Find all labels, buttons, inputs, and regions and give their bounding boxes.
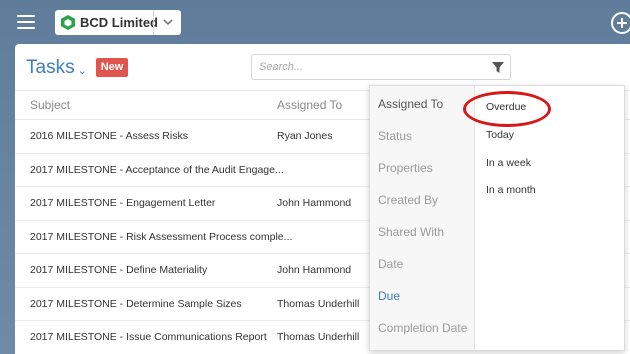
task-assignee: John Hammond [277,197,352,209]
new-task-button[interactable]: New [96,58,128,77]
top-bar: BCD Limited [0,0,630,44]
company-hex-icon [61,15,75,30]
task-assignee: Thomas Underhill [277,297,360,310]
task-subject: 2016 MILESTONE - Assess Risks [30,130,188,142]
filter-category-shared-with[interactable]: Shared With [378,225,444,239]
task-assignee: John Hammond [277,264,352,276]
search-box [251,54,511,80]
task-subject: 2017 MILESTONE - Define Materiality [30,264,208,276]
search-input[interactable] [259,58,469,76]
add-circle-icon[interactable] [611,12,630,34]
filter-dropdown: Assigned To Status Properties Created By… [369,85,625,351]
company-selector[interactable]: BCD Limited [55,10,181,35]
filter-category-properties[interactable]: Properties [378,161,433,175]
filter-category-due[interactable]: Due [378,289,400,303]
filter-icon[interactable] [492,62,504,74]
filter-option-in-a-month[interactable]: In a month [486,184,536,196]
task-subject: 2017 MILESTONE - Issue Communications Re… [30,331,267,343]
menu-icon[interactable] [17,15,35,29]
highlight-circle [463,91,551,127]
page-title[interactable]: Tasks ⌄ [26,57,87,79]
task-subject: 2017 MILESTONE - Engagement Letter [30,197,216,209]
page-title-text: Tasks [26,57,75,78]
chevron-down-icon[interactable] [163,18,173,26]
filter-category-status[interactable]: Status [378,129,412,143]
filter-categories: Assigned To Status Properties Created By… [370,86,475,350]
filter-option-in-a-week[interactable]: In a week [486,157,531,169]
column-assigned-to[interactable]: Assigned To [277,98,342,112]
filter-option-today[interactable]: Today [486,129,514,141]
filter-category-assigned-to[interactable]: Assigned To [378,97,443,111]
column-subject[interactable]: Subject [30,98,70,112]
task-subject: 2017 MILESTONE - Determine Sample Sizes [30,297,242,310]
divider [153,10,154,35]
chevron-down-icon: ⌄ [77,64,87,77]
task-assignee: Ryan Jones [277,130,333,142]
task-subject: 2017 MILESTONE - Risk Assessment Process… [30,230,293,243]
filter-category-completion-date[interactable]: Completion Date [378,321,467,335]
filter-category-date[interactable]: Date [378,257,403,271]
filter-category-created-by[interactable]: Created By [378,193,438,207]
task-subject: 2017 MILESTONE - Acceptance of the Audit… [30,163,284,176]
task-assignee: Thomas Underhill [277,331,360,343]
company-name: BCD Limited [80,15,158,30]
